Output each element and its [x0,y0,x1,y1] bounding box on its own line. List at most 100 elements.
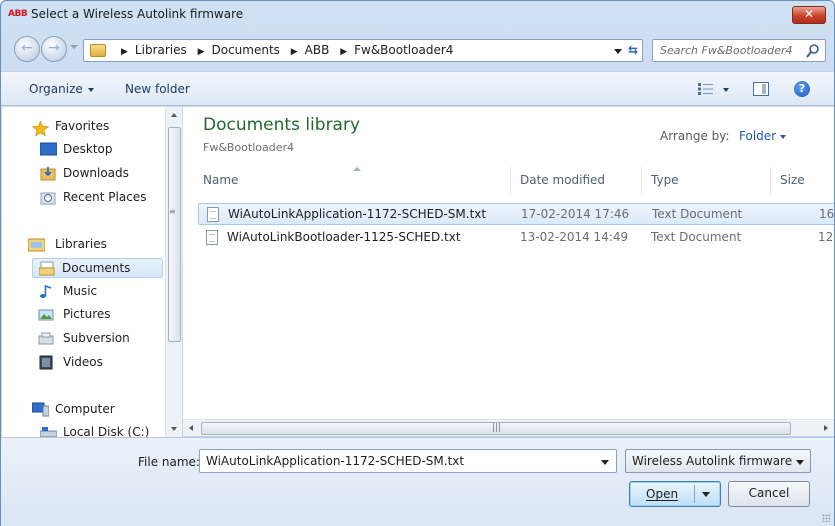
file-row[interactable]: WiAutoLinkApplication-1172-SCHED-SM.txt … [198,203,834,225]
refresh-icon[interactable]: ⇆ [628,43,638,57]
nav-item-label: Desktop [63,142,113,156]
scroll-thumb[interactable]: ||| [201,422,791,435]
open-button[interactable]: Open [629,481,721,507]
nav-item-libraries[interactable]: Libraries [28,235,162,255]
column-header-size[interactable]: Size [780,173,805,187]
column-header-date-modified[interactable]: Date modified [520,173,605,187]
documents-icon [39,261,55,276]
file-name-label: File name: [138,455,200,469]
nav-item-desktop[interactable]: Desktop [40,140,162,160]
forward-arrow-icon: → [48,40,60,56]
breadcrumb-separator[interactable]: ▶ [121,47,128,57]
file-name-field[interactable]: WiAutoLinkApplication-1172-SCHED-SM.txt [199,449,617,473]
scroll-up-icon[interactable] [171,113,177,117]
breadcrumb-libraries[interactable]: Libraries [135,43,187,57]
breadcrumb-fw-bootloader4[interactable]: Fw&Bootloader4 [354,43,453,57]
preview-pane-icon[interactable] [753,82,769,96]
text-file-icon [206,230,218,245]
address-dropdown-icon[interactable] [614,49,622,54]
views-icon[interactable] [698,83,713,95]
arrange-by-value: Folder [739,129,777,143]
nav-item-label: Local Disk (C:) [63,425,150,437]
desktop-icon [40,142,57,156]
abb-logo: ABB [8,9,28,19]
grip-icon: ||| [492,423,502,433]
organize-label: Organize [29,82,83,96]
title-bar[interactable]: ABB Select a Wireless Autolink firmware … [1,1,834,29]
chevron-down-icon [780,134,787,139]
nav-item-label: Recent Places [63,190,147,204]
scroll-down-icon[interactable] [171,427,177,431]
arrange-by-dropdown[interactable]: Folder [739,129,787,143]
column-header-type[interactable]: Type [651,173,679,187]
column-divider[interactable] [770,167,771,195]
breadcrumb-separator[interactable]: ▶ [198,47,205,57]
nav-pane-vertical-scrollbar[interactable]: ≡ [165,107,182,437]
nav-item-label: Downloads [63,166,129,180]
breadcrumb-abb[interactable]: ABB [305,43,330,57]
nav-item-pictures[interactable]: Pictures [38,305,162,325]
views-dropdown-icon[interactable] [723,88,729,92]
nav-item-documents[interactable]: Documents [32,258,163,278]
file-row[interactable]: WiAutoLinkBootloader-1125-SCHED.txt 13-0… [198,227,834,249]
scroll-thumb[interactable] [168,127,181,342]
nav-item-label: Videos [63,355,103,369]
split-divider [694,485,695,503]
local-disk-icon [40,427,57,437]
file-type-filter[interactable]: Wireless Autolink firmware ( [625,449,811,473]
nav-item-local-disk[interactable]: Local Disk (C:) [40,423,162,437]
library-subtitle: Fw&Bootloader4 [203,141,295,154]
file-name-value[interactable]: WiAutoLinkApplication-1172-SCHED-SM.txt [206,454,464,468]
grip-icon: ≡ [169,207,176,216]
file-list-horizontal-scrollbar[interactable]: ||| [183,419,834,436]
nav-item-videos[interactable]: Videos [38,353,162,373]
arrange-by-label: Arrange by: [660,129,730,143]
chevron-down-icon[interactable] [601,460,609,465]
search-icon[interactable] [805,43,821,59]
breadcrumb-separator[interactable]: ▶ [340,47,347,57]
cancel-button[interactable]: Cancel [728,481,810,507]
back-button[interactable]: ← [14,36,40,62]
file-name: WiAutoLinkBootloader-1125-SCHED.txt [227,230,461,244]
nav-item-label: Libraries [55,237,107,251]
breadcrumb-documents[interactable]: Documents [212,43,280,57]
downloads-icon [40,167,56,181]
column-divider[interactable] [510,167,511,195]
nav-item-downloads[interactable]: Downloads [40,164,162,184]
help-icon[interactable]: ? [794,81,810,97]
file-date-modified: 17-02-2014 17:46 [521,207,630,221]
nav-item-music[interactable]: Music [38,282,162,302]
column-header-name[interactable]: Name [203,173,238,187]
new-folder-button[interactable]: New folder [125,82,190,96]
folder-icon [90,44,106,57]
address-bar[interactable]: ▶ Libraries ▶ Documents ▶ ABB ▶ Fw&Bootloade… [83,39,643,62]
videos-icon [39,355,53,370]
organize-button[interactable]: Organize [29,82,94,96]
chevron-down-icon[interactable] [796,460,804,465]
nav-item-label: Pictures [63,307,111,321]
scroll-left-icon[interactable] [189,425,193,431]
search-box[interactable]: Search Fw&Bootloader4 [652,39,826,62]
navigation-bar: ← → ▶ Libraries ▶ Documents ▶ ABB ▶ Fw&Bootl… [1,33,834,63]
star-icon [32,121,49,136]
nav-item-computer[interactable]: Computer [32,400,162,420]
recent-locations-dropdown[interactable] [70,45,78,49]
command-toolbar: Organize New folder ? [1,71,834,106]
open-options-chevron-icon[interactable] [702,492,710,497]
navigation-pane: Favorites Desktop Downloads Recent Place… [2,107,165,437]
resize-grip-icon[interactable] [822,514,830,522]
window-title: Select a Wireless Autolink firmware [31,7,244,21]
nav-item-favorites[interactable]: Favorites [32,119,162,139]
breadcrumb-separator[interactable]: ▶ [291,47,298,57]
file-name: WiAutoLinkApplication-1172-SCHED-SM.txt [228,207,487,221]
search-input[interactable]: Search Fw&Bootloader4 [660,44,793,57]
nav-item-label: Subversion [63,331,130,345]
close-button[interactable]: ✕ [792,6,826,24]
subversion-icon [38,332,54,345]
nav-item-subversion[interactable]: Subversion [38,329,162,349]
column-divider[interactable] [641,167,642,195]
scroll-right-icon[interactable] [824,425,828,431]
forward-button[interactable]: → [41,36,67,62]
library-title: Documents library [203,115,361,135]
nav-item-recent-places[interactable]: Recent Places [40,188,162,208]
